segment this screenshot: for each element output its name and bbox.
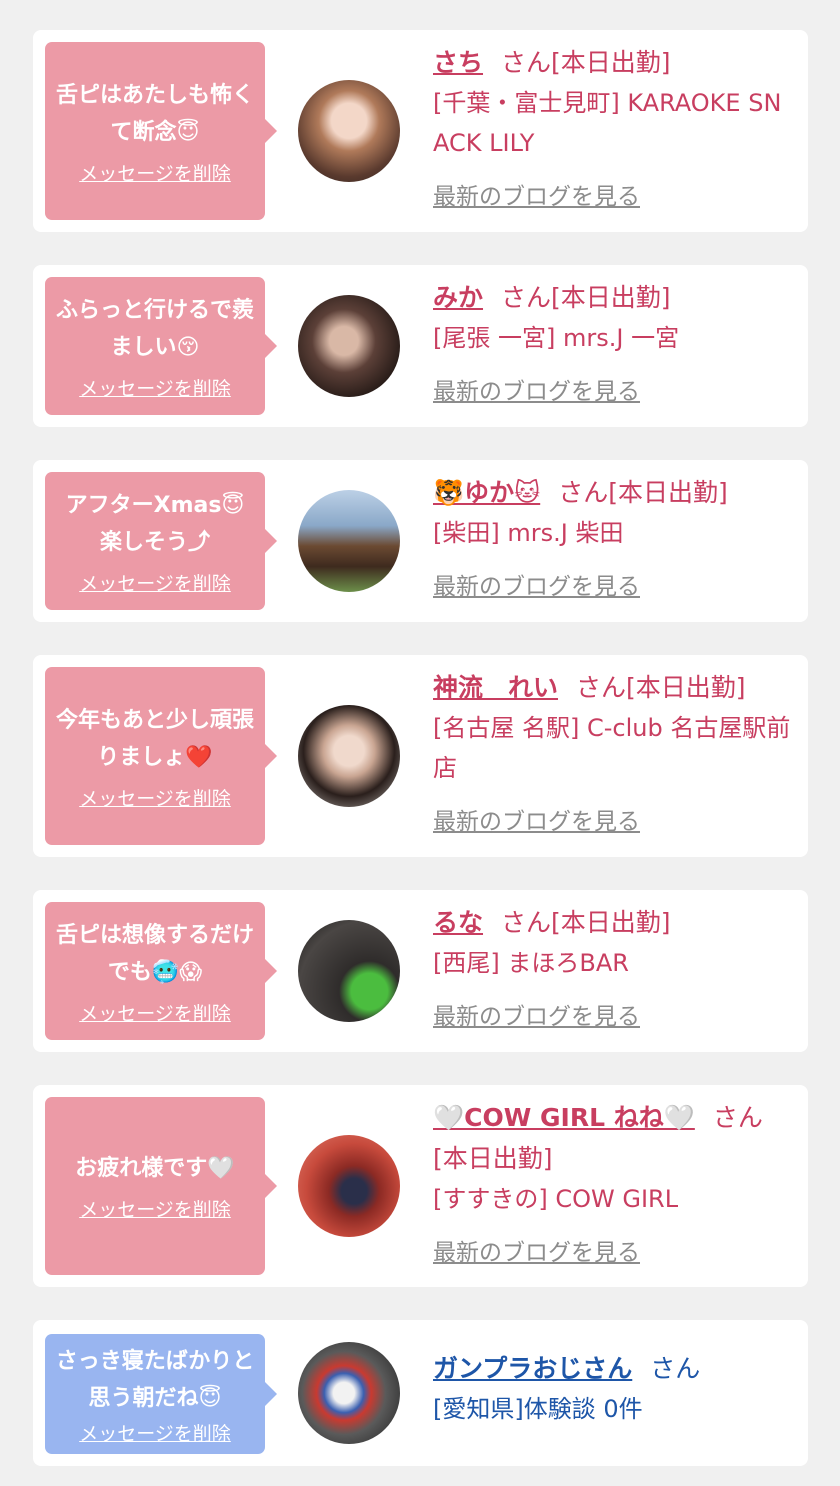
message-bubble: 舌ピはあたしも怖くて断念😇 メッセージを削除 [45,42,277,220]
profile-name-link[interactable]: さち [433,48,483,77]
message-text: 舌ピは想像するだけでも🥶😱 [55,922,254,985]
delete-message-link[interactable]: メッセージを削除 [79,374,231,401]
shop-info: [名古屋 名駅] C-club 名古屋駅前店 [433,714,791,782]
profile-name-link[interactable]: 神流 れい [433,673,558,702]
list-item: さっき寝たばかりと思う朝だね😇 メッセージを削除 ガンプラおじさん さん [愛知県… [33,1320,808,1466]
blog-link[interactable]: 最新のブログを見る [433,1233,793,1267]
list-item: お疲れ様です🤍 メッセージを削除 🤍COW GIRL ねね🤍 さん[本日出勤] [… [33,1085,808,1287]
shop-info: [愛知県]体験談 0件 [433,1395,643,1423]
list-item: ふらっと行けるで羨ましい😚 メッセージを削除 みか さん[本日出勤] [尾張 一宮… [33,265,808,427]
profile-info: ガンプラおじさん さん [愛知県]体験談 0件 [433,1348,793,1429]
avatar[interactable] [298,295,400,397]
profile-info: 🐯ゆか🐱 さん[本日出勤] [柴田] mrs.J 柴田 最新のブログを見る [433,472,793,601]
message-bubble: アフターXmas😇楽しそう⤴ メッセージを削除 [45,472,277,610]
blog-link[interactable]: 最新のブログを見る [433,802,793,836]
name-suffix: さん [650,1354,701,1383]
profile-info: 神流 れい さん[本日出勤] [名古屋 名駅] C-club 名古屋駅前店 最新の… [433,667,793,836]
name-suffix: さん[本日出勤] [576,673,746,702]
message-text: 今年もあと少し頑張りましょ❤️ [55,707,254,770]
profile-info: みか さん[本日出勤] [尾張 一宮] mrs.J 一宮 最新のブログを見る [433,277,793,406]
shop-info: [柴田] mrs.J 柴田 [433,519,624,547]
delete-message-link[interactable]: メッセージを削除 [79,1195,231,1222]
message-text: 舌ピはあたしも怖くて断念😇 [55,82,254,145]
avatar[interactable] [298,920,400,1022]
delete-message-link[interactable]: メッセージを削除 [79,569,231,596]
delete-message-link[interactable]: メッセージを削除 [79,999,231,1026]
profile-info: るな さん[本日出勤] [西尾] まほろBAR 最新のブログを見る [433,902,793,1031]
blog-link[interactable]: 最新のブログを見る [433,177,793,211]
name-suffix: さん[本日出勤] [501,908,671,937]
list-item: 今年もあと少し頑張りましょ❤️ メッセージを削除 神流 れい さん[本日出勤] [… [33,655,808,857]
profile-info: さち さん[本日出勤] [千葉・富士見町] KARAOKE SNACK LILY … [433,42,793,211]
shop-info: [すすきの] COW GIRL [433,1185,679,1213]
avatar[interactable] [298,490,400,592]
avatar[interactable] [298,80,400,182]
message-bubble: さっき寝たばかりと思う朝だね😇 メッセージを削除 [45,1334,277,1454]
profile-name-link[interactable]: みか [433,283,483,312]
message-text: ふらっと行けるで羨ましい😚 [55,297,254,360]
message-bubble: 今年もあと少し頑張りましょ❤️ メッセージを削除 [45,667,277,845]
shop-info: [千葉・富士見町] KARAOKE SNACK LILY [433,89,782,157]
blog-link[interactable]: 最新のブログを見る [433,372,793,406]
message-bubble: ふらっと行けるで羨ましい😚 メッセージを削除 [45,277,277,415]
delete-message-link[interactable]: メッセージを削除 [79,1419,231,1446]
avatar[interactable] [298,1342,400,1444]
shop-info: [尾張 一宮] mrs.J 一宮 [433,324,680,352]
profile-name-link[interactable]: ガンプラおじさん [433,1354,632,1383]
name-suffix: さん[本日出勤] [558,478,728,507]
avatar[interactable] [298,705,400,807]
blog-link[interactable]: 最新のブログを見る [433,567,793,601]
shop-info: [西尾] まほろBAR [433,949,629,977]
delete-message-link[interactable]: メッセージを削除 [79,784,231,811]
message-text: さっき寝たばかりと思う朝だね😇 [55,1348,255,1411]
message-bubble: 舌ピは想像するだけでも🥶😱 メッセージを削除 [45,902,277,1040]
name-suffix: さん[本日出勤] [501,283,671,312]
list-item: 舌ピは想像するだけでも🥶😱 メッセージを削除 るな さん[本日出勤] [西尾] ま… [33,890,808,1052]
profile-info: 🤍COW GIRL ねね🤍 さん[本日出勤] [すすきの] COW GIRL 最新… [433,1097,793,1267]
profile-name-link[interactable]: 🤍COW GIRL ねね🤍 [433,1103,695,1132]
list-item: アフターXmas😇楽しそう⤴ メッセージを削除 🐯ゆか🐱 さん[本日出勤] [柴田… [33,460,808,622]
avatar[interactable] [298,1135,400,1237]
profile-name-link[interactable]: 🐯ゆか🐱 [433,478,540,507]
message-bubble: お疲れ様です🤍 メッセージを削除 [45,1097,277,1275]
blog-link[interactable]: 最新のブログを見る [433,997,793,1031]
profile-name-link[interactable]: るな [433,908,483,937]
message-text: アフターXmas😇楽しそう⤴ [65,492,245,555]
delete-message-link[interactable]: メッセージを削除 [79,159,231,186]
list-item: 舌ピはあたしも怖くて断念😇 メッセージを削除 さち さん[本日出勤] [千葉・富士… [33,30,808,232]
name-suffix: さん[本日出勤] [501,48,671,77]
message-text: お疲れ様です🤍 [75,1156,235,1181]
